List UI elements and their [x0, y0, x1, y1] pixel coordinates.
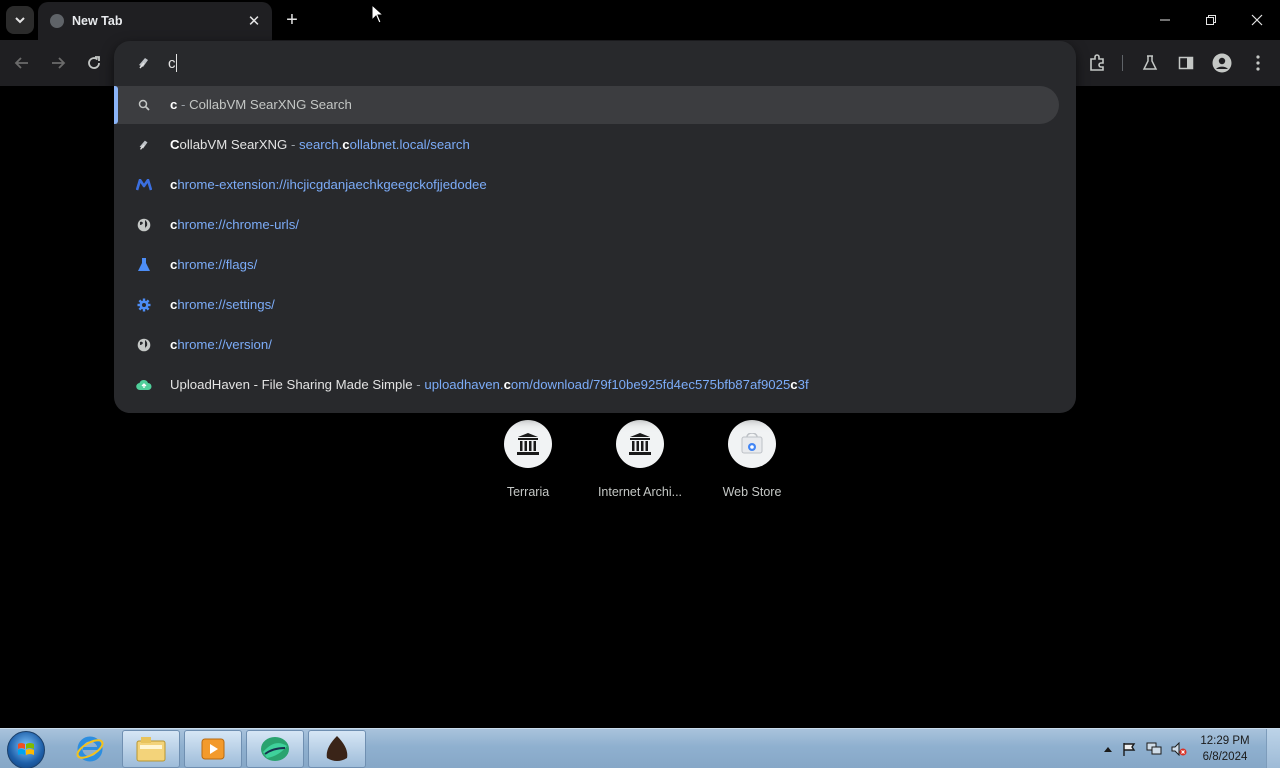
- suggestion-search[interactable]: c - CollabVM SearXNG Search: [114, 86, 1059, 124]
- tab-new-tab[interactable]: New Tab ✕: [38, 2, 272, 40]
- searxng-icon: [136, 137, 152, 153]
- text-caret: [176, 54, 177, 72]
- toolbar-divider: [1122, 55, 1123, 71]
- tab-title: New Tab: [72, 14, 123, 28]
- globe-icon: [136, 217, 152, 233]
- suggestion-text: chrome://settings/: [170, 297, 275, 312]
- flask-icon: [136, 257, 152, 273]
- webstore-icon: [741, 433, 763, 454]
- forward-button[interactable]: [43, 48, 73, 78]
- taskbar-clock[interactable]: 12:29 PM 6/8/2024: [1194, 733, 1256, 765]
- searxng-icon: [139, 58, 148, 69]
- taskbar-browser[interactable]: [246, 730, 304, 768]
- network-tray[interactable]: [1146, 741, 1162, 757]
- side-panel-button[interactable]: [1171, 48, 1201, 78]
- suggestion-chrome-extension[interactable]: chrome-extension://ihcjicgdanjaechkgeegc…: [114, 166, 1059, 204]
- clock-time: 12:29 PM: [1200, 735, 1250, 747]
- restore-button[interactable]: [1188, 0, 1234, 40]
- volume-tray[interactable]: [1171, 741, 1187, 757]
- suggestion-text: c - CollabVM SearXNG Search: [170, 97, 352, 112]
- mouse-cursor-icon: [371, 4, 383, 24]
- chevron-down-icon: [15, 17, 25, 24]
- new-tab-button[interactable]: +: [280, 8, 304, 32]
- kebab-menu-icon: [1256, 55, 1260, 71]
- uploadhaven-icon: [136, 377, 152, 393]
- profile-button[interactable]: [1207, 48, 1237, 78]
- gear-icon: [136, 297, 152, 313]
- side-panel-icon: [1178, 56, 1194, 70]
- flask-icon: [1142, 55, 1158, 70]
- shortcut-icon-circle: [504, 420, 552, 468]
- start-button[interactable]: [7, 731, 45, 768]
- archive-building-icon: [629, 433, 651, 455]
- taskbar-app-dark[interactable]: [308, 730, 366, 768]
- back-button[interactable]: [7, 48, 37, 78]
- close-window-button[interactable]: [1234, 0, 1280, 40]
- archive-building-icon: [517, 433, 539, 455]
- close-icon: [1251, 14, 1263, 26]
- extensions-button[interactable]: [1082, 48, 1112, 78]
- shortcut-web-store[interactable]: Web Store: [696, 420, 808, 510]
- flag-icon: [1123, 743, 1136, 756]
- suggestion-text: chrome://flags/: [170, 257, 258, 272]
- folder-icon: [136, 737, 166, 762]
- taskbar: 12:29 PM 6/8/2024: [0, 728, 1280, 768]
- tab-close-icon[interactable]: ✕: [244, 11, 264, 31]
- media-player-icon: [201, 738, 225, 760]
- show-hidden-icons-button[interactable]: [1100, 741, 1116, 757]
- minimize-button[interactable]: [1142, 0, 1188, 40]
- omnibox-input-row: [114, 41, 1076, 85]
- taskbar-media-player[interactable]: [184, 730, 242, 768]
- suggestion-uploadhaven[interactable]: UploadHaven - File Sharing Made Simple -…: [114, 366, 1059, 404]
- shortcut-internet-archive[interactable]: Internet Archi...: [584, 420, 696, 510]
- omnibox-input[interactable]: [168, 53, 1048, 73]
- extension-m-icon: [136, 177, 152, 193]
- chevron-up-icon: [1104, 747, 1112, 752]
- suggestion-text: chrome://chrome-urls/: [170, 217, 299, 232]
- shortcut-label: Terraria: [506, 485, 550, 499]
- puzzle-icon: [1090, 54, 1104, 71]
- arrow-right-icon: [52, 57, 66, 69]
- action-center-tray[interactable]: [1121, 741, 1137, 757]
- menu-button[interactable]: [1243, 48, 1273, 78]
- reload-button[interactable]: [79, 48, 109, 78]
- minimize-icon: [1160, 19, 1170, 21]
- suggestion-text: UploadHaven - File Sharing Made Simple -…: [170, 377, 809, 392]
- suggestion-collabvm-searxng[interactable]: CollabVM SearXNG - search.collabnet.loca…: [114, 126, 1059, 164]
- restore-icon: [1206, 15, 1216, 25]
- volume-muted-icon: [1171, 742, 1187, 756]
- shortcut-icon-circle: [616, 420, 664, 468]
- omnibox-popup: c - CollabVM SearXNG Search CollabVM Sea…: [114, 41, 1076, 413]
- reload-icon: [88, 56, 100, 69]
- suggestion-chrome-settings[interactable]: chrome://settings/: [114, 286, 1059, 324]
- tab-search-button[interactable]: [6, 6, 34, 34]
- avatar-icon: [1212, 53, 1232, 73]
- suggestion-chrome-urls[interactable]: chrome://chrome-urls/: [114, 206, 1059, 244]
- tab-strip: New Tab ✕ +: [0, 0, 1280, 40]
- arrow-left-icon: [14, 57, 28, 69]
- shortcut-label: Web Store: [722, 485, 782, 499]
- suggestion-chrome-version[interactable]: chrome://version/: [114, 326, 1059, 364]
- search-icon: [136, 97, 152, 113]
- suggestion-chrome-flags[interactable]: chrome://flags/: [114, 246, 1059, 284]
- shortcut-label: Internet Archi...: [597, 485, 683, 499]
- show-desktop-button[interactable]: [1266, 729, 1280, 768]
- labs-button[interactable]: [1135, 48, 1165, 78]
- new-tab-favicon-icon: [50, 14, 64, 28]
- globe-icon: [136, 337, 152, 353]
- network-icon: [1146, 742, 1162, 755]
- suggestion-text: chrome-extension://ihcjicgdanjaechkgeegc…: [170, 177, 487, 192]
- suggestion-text: chrome://version/: [170, 337, 272, 352]
- taskbar-file-explorer[interactable]: [122, 730, 180, 768]
- shortcut-terraria[interactable]: Terraria: [472, 420, 584, 510]
- browser-icon: [261, 737, 289, 761]
- shortcut-icon-circle: [728, 420, 776, 468]
- windows-logo-icon: [18, 743, 34, 755]
- dark-blob-app-icon: [326, 736, 348, 761]
- suggestion-text: CollabVM SearXNG - search.collabnet.loca…: [170, 137, 470, 152]
- clock-date: 6/8/2024: [1202, 751, 1248, 763]
- taskbar-internet-explorer[interactable]: [61, 730, 119, 768]
- internet-explorer-icon: [76, 736, 104, 762]
